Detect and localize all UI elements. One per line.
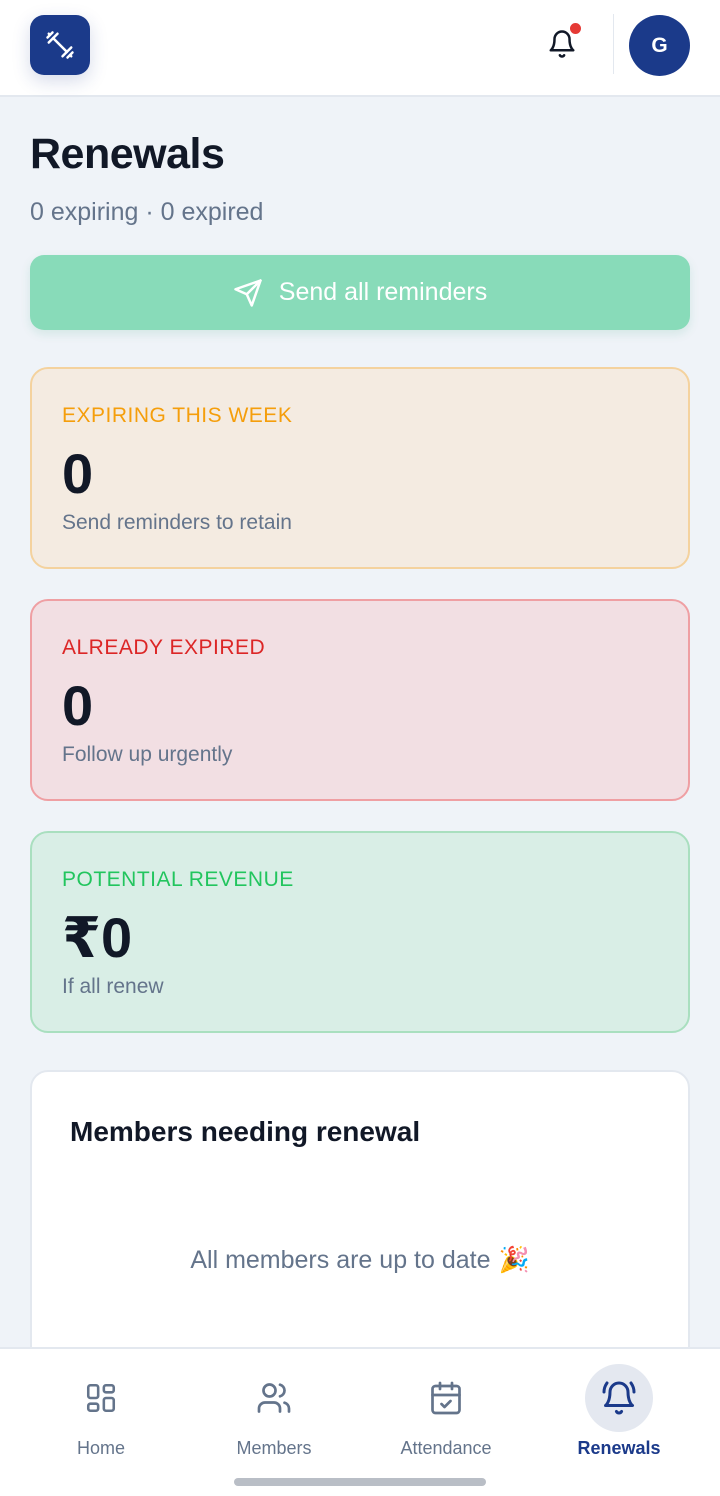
- dumbbell-icon: [46, 31, 74, 59]
- section-title: Members needing renewal: [70, 1116, 421, 1147]
- nav-icon-wrap: [585, 1364, 653, 1432]
- nav-icon-wrap: [240, 1364, 308, 1432]
- bottom-nav: Home Members Attendance Renewals: [0, 1347, 720, 1496]
- nav-item-members[interactable]: Members: [219, 1349, 329, 1469]
- nav-item-renewals[interactable]: Renewals: [569, 1349, 669, 1469]
- stat-value: ₹0: [62, 906, 133, 969]
- nav-item-home[interactable]: Home: [67, 1349, 135, 1469]
- stat-label: EXPIRING THIS WEEK: [62, 404, 293, 427]
- nav-label: Attendance: [400, 1438, 492, 1458]
- nav-icon-wrap: [67, 1364, 135, 1432]
- nav-label: Renewals: [577, 1438, 661, 1458]
- notification-badge: [568, 21, 583, 36]
- stat-label: POTENTIAL REVENUE: [62, 868, 294, 891]
- page-subtitle: 0 expiring · 0 expired: [30, 198, 264, 226]
- send-icon: [234, 278, 262, 307]
- party-popper-icon: 🎉: [498, 1246, 530, 1274]
- nav-item-attendance[interactable]: Attendance: [386, 1349, 506, 1469]
- grid-icon: [86, 1383, 116, 1413]
- send-all-reminders-button[interactable]: Send all reminders: [30, 255, 690, 330]
- users-icon: [257, 1383, 291, 1413]
- page-title: Renewals: [30, 130, 225, 178]
- stat-label: ALREADY EXPIRED: [62, 636, 266, 659]
- empty-state: All members are up to date 🎉: [32, 1246, 688, 1275]
- stat-note: Follow up urgently: [62, 743, 233, 766]
- nav-label: Members: [236, 1438, 312, 1458]
- nav-icon-wrap: [412, 1364, 480, 1432]
- avatar[interactable]: G: [629, 15, 690, 76]
- nav-label: Home: [76, 1438, 125, 1458]
- send-all-reminders-label: Send all reminders: [278, 278, 488, 306]
- renewals-screen: G Renewals 0 expiring · 0 expired Send a…: [0, 0, 720, 1496]
- empty-state-text: All members are up to date: [190, 1246, 491, 1274]
- already-expired-card[interactable]: ALREADY EXPIRED 0 Follow up urgently: [30, 599, 690, 801]
- calendar-check-icon: [431, 1381, 461, 1415]
- home-indicator: [234, 1478, 486, 1486]
- top-bar: G: [0, 0, 720, 97]
- potential-revenue-card[interactable]: POTENTIAL REVENUE ₹0 If all renew: [30, 831, 690, 1033]
- stat-note: If all renew: [62, 975, 164, 998]
- stat-value: 0: [62, 442, 94, 505]
- stat-value: 0: [62, 674, 94, 737]
- stat-note: Send reminders to retain: [62, 511, 292, 534]
- members-needing-renewal-card: Members needing renewal All members are …: [30, 1070, 690, 1390]
- bell-ring-icon: [602, 1381, 636, 1415]
- divider: [613, 14, 614, 74]
- app-logo[interactable]: [30, 15, 90, 75]
- expiring-this-week-card[interactable]: EXPIRING THIS WEEK 0 Send reminders to r…: [30, 367, 690, 569]
